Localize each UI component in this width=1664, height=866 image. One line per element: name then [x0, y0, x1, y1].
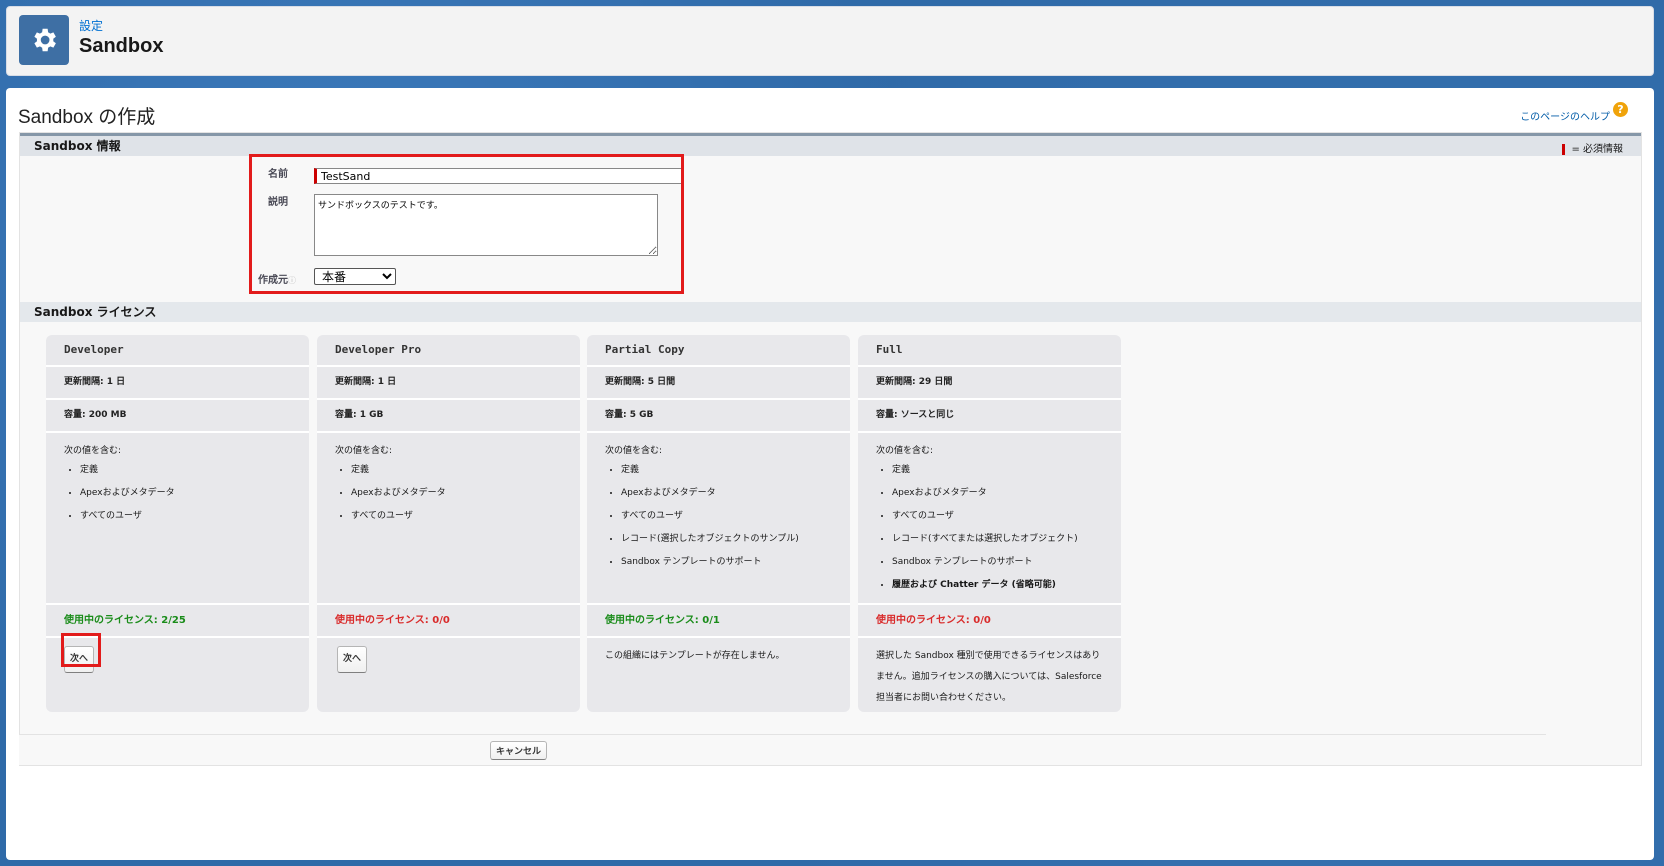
gear-icon	[19, 15, 69, 65]
footer-bar: キャンセル	[19, 734, 1546, 766]
list-item: Apexおよびメタデータ	[892, 485, 1121, 498]
license-usage: 使用中のライセンス: 0/0	[858, 605, 1121, 638]
main-panel: Sandbox の作成 このページのヘルプ ? Sandbox 情報 = 必須情…	[6, 88, 1654, 860]
includes-label: 次の値を含む:	[605, 446, 663, 456]
list-item: Apexおよびメタデータ	[621, 485, 850, 498]
highlight-box-info	[249, 154, 684, 294]
includes-label: 次の値を含む:	[64, 446, 122, 456]
help-link[interactable]: このページのヘルプ	[1520, 108, 1610, 123]
page-title: Sandbox の作成	[18, 107, 156, 128]
includes-list: 定義 Apexおよびメタデータ すべてのユーザ レコード(選択したオブジェクトの…	[605, 462, 850, 567]
card-includes: 次の値を含む: 定義 Apexおよびメタデータ すべてのユーザ	[317, 433, 580, 605]
card-includes: 次の値を含む: 定義 Apexおよびメタデータ すべてのユーザ レコード(選択し…	[587, 433, 850, 605]
next-button[interactable]: 次へ	[337, 646, 368, 673]
card-refresh: 更新間隔: 1 日	[317, 367, 580, 400]
highlight-box-next	[61, 633, 101, 667]
includes-list: 定義 Apexおよびメタデータ すべてのユーザ レコード(すべてまたは選択したオ…	[876, 462, 1121, 590]
help-icon[interactable]: ?	[1613, 102, 1628, 117]
card-refresh: 更新間隔: 5 日間	[587, 367, 850, 400]
page-header: 設定 Sandbox	[6, 6, 1654, 76]
card-refresh: 更新間隔: 1 日	[46, 367, 309, 400]
list-item: Apexおよびメタデータ	[351, 485, 580, 498]
list-item: すべてのユーザ	[80, 508, 309, 521]
card-message: 選択した Sandbox 種別で使用できるライセンスはありません。追加ライセンス…	[876, 651, 1102, 703]
list-item: 定義	[351, 462, 580, 475]
license-card-developer-pro: Developer Pro 更新間隔: 1 日 容量: 1 GB 次の値を含む:…	[317, 335, 580, 712]
includes-label: 次の値を含む:	[876, 446, 934, 456]
cancel-button[interactable]: キャンセル	[490, 741, 548, 760]
license-usage: 使用中のライセンス: 0/1	[587, 605, 850, 638]
list-item: 定義	[892, 462, 1121, 475]
includes-list: 定義 Apexおよびメタデータ すべてのユーザ	[335, 462, 580, 521]
card-message: この組織にはテンプレートが存在しません。	[605, 651, 785, 661]
card-name: Developer Pro	[317, 335, 580, 367]
required-indicator	[1562, 143, 1566, 155]
card-includes: 次の値を含む: 定義 Apexおよびメタデータ すべてのユーザ	[46, 433, 309, 605]
list-item: すべてのユーザ	[892, 508, 1121, 521]
list-item: レコード(選択したオブジェクトのサンプル)	[621, 531, 850, 544]
includes-list: 定義 Apexおよびメタデータ すべてのユーザ	[64, 462, 309, 521]
includes-label: 次の値を含む:	[335, 446, 393, 456]
list-item: すべてのユーザ	[351, 508, 580, 521]
section-title-license: Sandbox ライセンス	[20, 302, 1641, 322]
card-name: Developer	[46, 335, 309, 367]
required-legend-text: = 必須情報	[1571, 144, 1623, 155]
list-item: レコード(すべてまたは選択したオブジェクト)	[892, 531, 1121, 544]
required-legend: = 必須情報	[1562, 140, 1623, 155]
header-title: Sandbox	[79, 35, 164, 57]
breadcrumb-setup[interactable]: 設定	[79, 17, 103, 34]
list-item: 定義	[621, 462, 850, 475]
list-item: Sandbox テンプレートのサポート	[892, 554, 1121, 567]
list-item: すべてのユーザ	[621, 508, 850, 521]
card-includes: 次の値を含む: 定義 Apexおよびメタデータ すべてのユーザ レコード(すべて…	[858, 433, 1121, 605]
list-item: 定義	[80, 462, 309, 475]
card-storage: 容量: 1 GB	[317, 400, 580, 433]
license-usage: 使用中のライセンス: 0/0	[317, 605, 580, 638]
list-item: Apexおよびメタデータ	[80, 485, 309, 498]
section-title-info: Sandbox 情報	[20, 133, 1641, 156]
card-name: Partial Copy	[587, 335, 850, 367]
card-storage: 容量: ソースと同じ	[858, 400, 1121, 433]
list-item: Sandbox テンプレートのサポート	[621, 554, 850, 567]
card-name: Full	[858, 335, 1121, 367]
card-refresh: 更新間隔: 29 日間	[858, 367, 1121, 400]
license-card-partial-copy: Partial Copy 更新間隔: 5 日間 容量: 5 GB 次の値を含む:…	[587, 335, 850, 712]
card-footer: 次へ	[317, 638, 580, 673]
card-storage: 容量: 5 GB	[587, 400, 850, 433]
card-storage: 容量: 200 MB	[46, 400, 309, 433]
list-item: 履歴および Chatter データ (省略可能)	[892, 577, 1121, 590]
license-card-full: Full 更新間隔: 29 日間 容量: ソースと同じ 次の値を含む: 定義 A…	[858, 335, 1121, 712]
